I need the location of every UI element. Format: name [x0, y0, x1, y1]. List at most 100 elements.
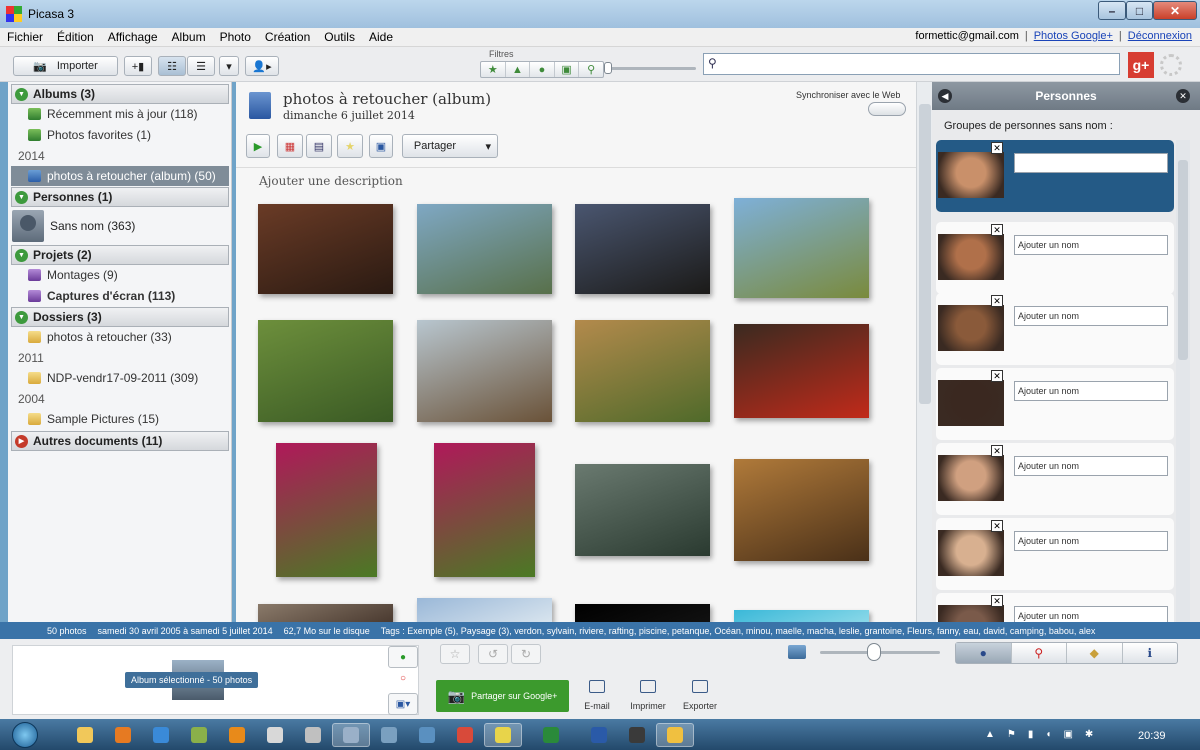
remove-face-icon[interactable]: ✕: [991, 370, 1003, 382]
places-tab-icon[interactable]: ⚲: [1012, 643, 1067, 663]
photos-google-link[interactable]: Photos Google+: [1034, 30, 1113, 42]
photo-hands-rose[interactable]: [734, 324, 869, 418]
remove-face-icon[interactable]: ✕: [991, 224, 1003, 236]
show-hidden-icon[interactable]: ▲: [985, 729, 995, 740]
geo-filter-icon[interactable]: ⚲: [579, 62, 603, 77]
face-group-card[interactable]: ✕ Ajouter un nom: [936, 293, 1174, 365]
add-to-album-tray-button[interactable]: ▣▾: [388, 693, 418, 715]
album-title[interactable]: photos à retoucher (album): [283, 90, 491, 108]
face-group-card[interactable]: ✕ Ajouter un nom: [936, 368, 1174, 440]
share-google-plus-button[interactable]: 📷 Partager sur Google+: [436, 680, 569, 712]
people-scrollbar[interactable]: [1176, 140, 1190, 622]
app-icon-3[interactable]: [294, 723, 332, 747]
movie-filter-icon[interactable]: ▣: [555, 62, 580, 77]
other-docs-section-header[interactable]: ▶ Autres documents (11): [11, 431, 229, 451]
photo-elephant-dusk[interactable]: [575, 204, 710, 294]
rotate-right-button[interactable]: ↻: [511, 644, 541, 664]
bluetooth-icon[interactable]: ✱: [1085, 729, 1093, 740]
remove-face-icon[interactable]: ✕: [991, 142, 1003, 154]
add-name-input[interactable]: Ajouter un nom: [1014, 306, 1168, 326]
add-name-input[interactable]: Ajouter un nom: [1014, 381, 1168, 401]
photo-partial-3[interactable]: [575, 604, 710, 622]
projects-section-header[interactable]: ▼ Projets (2): [11, 245, 229, 265]
photo-cheetahs[interactable]: [575, 320, 710, 422]
photo-misty-lake[interactable]: [575, 464, 710, 556]
app-icon-7[interactable]: [618, 723, 656, 747]
face-5[interactable]: [938, 455, 1004, 501]
menu-outils[interactable]: Outils: [317, 30, 362, 44]
album-photos-a-retoucher[interactable]: photos à retoucher (album) (50): [28, 167, 216, 185]
face-group-card[interactable]: ✕: [936, 140, 1174, 212]
rotate-left-button[interactable]: ↺: [478, 644, 508, 664]
share-button[interactable]: Partager ▾: [402, 134, 498, 158]
add-name-input[interactable]: Ajouter un nom: [1014, 606, 1168, 622]
face-filter-icon[interactable]: ●: [530, 62, 555, 77]
photo-man-face[interactable]: [258, 204, 393, 294]
add-name-input[interactable]: Ajouter un nom: [1014, 235, 1168, 255]
face-6[interactable]: [938, 530, 1004, 576]
app-icon-2[interactable]: [256, 723, 294, 747]
upload-filter-icon[interactable]: ▲: [506, 62, 531, 77]
face-2[interactable]: [938, 234, 1004, 280]
app-icon[interactable]: [180, 723, 218, 747]
project-captures[interactable]: Captures d'écran (113): [28, 287, 175, 305]
close-icon[interactable]: ✕: [1176, 89, 1190, 103]
clear-button[interactable]: ○: [388, 667, 418, 689]
star-tray-button[interactable]: ☆: [440, 644, 470, 664]
photo-tulips-2[interactable]: [434, 443, 535, 577]
filter-slider-knob[interactable]: [604, 62, 612, 74]
menu-edition[interactable]: Édition: [50, 30, 101, 44]
app-icon-5[interactable]: [370, 723, 408, 747]
flag-icon[interactable]: ⚑: [1007, 729, 1016, 740]
project-montages[interactable]: Montages (9): [28, 266, 118, 284]
start-button[interactable]: [6, 719, 44, 750]
info-tab-icon[interactable]: ℹ: [1123, 643, 1178, 663]
folder-sample-pictures[interactable]: Sample Pictures (15): [28, 410, 159, 428]
photo-partial-2[interactable]: [417, 598, 552, 622]
photo-tulips-1[interactable]: [276, 443, 377, 577]
scrollbar-thumb[interactable]: [1178, 160, 1188, 360]
face-group-card[interactable]: ✕ Ajouter un nom: [936, 443, 1174, 515]
ie-icon[interactable]: [142, 723, 180, 747]
album-recent[interactable]: Récemment mis à jour (118): [28, 105, 198, 123]
person-sans-nom[interactable]: Sans nom (363): [12, 208, 230, 244]
photo-lion-reflection[interactable]: [734, 459, 869, 561]
menu-affichage[interactable]: Affichage: [101, 30, 165, 44]
remove-face-icon[interactable]: ✕: [991, 295, 1003, 307]
folder-photos-a-retoucher[interactable]: photos à retoucher (33): [28, 328, 172, 346]
album-date[interactable]: dimanche 6 juillet 2014: [283, 109, 415, 122]
movie-button[interactable]: ▤: [306, 134, 332, 158]
collage-button[interactable]: ▦: [277, 134, 303, 158]
remove-face-icon[interactable]: ✕: [991, 445, 1003, 457]
add-name-input[interactable]: [1014, 153, 1168, 173]
menu-fichier[interactable]: Fichier: [0, 30, 50, 44]
app-icon-6[interactable]: [408, 723, 446, 747]
menu-creation[interactable]: Création: [258, 30, 317, 44]
scrollbar-thumb[interactable]: [919, 104, 931, 404]
back-icon[interactable]: ◀: [938, 89, 952, 103]
album-favorites[interactable]: Photos favorites (1): [28, 126, 151, 144]
device-icon[interactable]: ▣: [1063, 729, 1072, 740]
face-group-card[interactable]: ✕ Ajouter un nom: [936, 593, 1174, 622]
add-description[interactable]: Ajouter une description: [259, 174, 403, 188]
people-tab-icon[interactable]: ●: [956, 643, 1012, 663]
save-button[interactable]: ▣: [369, 134, 393, 158]
folders-section-header[interactable]: ▼ Dossiers (3): [11, 307, 229, 327]
add-name-input[interactable]: Ajouter un nom: [1014, 456, 1168, 476]
photo-kilimanjaro[interactable]: [734, 198, 869, 298]
sync-toggle[interactable]: [868, 102, 906, 116]
export-action[interactable]: Exporter: [670, 680, 730, 711]
albums-section-header[interactable]: ▼ Albums (3): [11, 84, 229, 104]
photo-partial-4[interactable]: [734, 610, 869, 622]
volume-icon[interactable]: ◖: [1045, 729, 1051, 740]
star-button[interactable]: ★: [337, 134, 363, 158]
hold-pin-button[interactable]: ●: [388, 646, 418, 668]
menu-photo[interactable]: Photo: [213, 30, 258, 44]
star-filter-icon[interactable]: ★: [481, 62, 506, 77]
menu-album[interactable]: Album: [165, 30, 213, 44]
taskbar-clock[interactable]: 20:39: [1138, 730, 1166, 742]
face-4[interactable]: [938, 380, 1004, 426]
list-view-button[interactable]: ☰: [187, 56, 215, 76]
excel-icon[interactable]: [532, 723, 570, 747]
face-group-card[interactable]: ✕ Ajouter un nom: [936, 518, 1174, 590]
